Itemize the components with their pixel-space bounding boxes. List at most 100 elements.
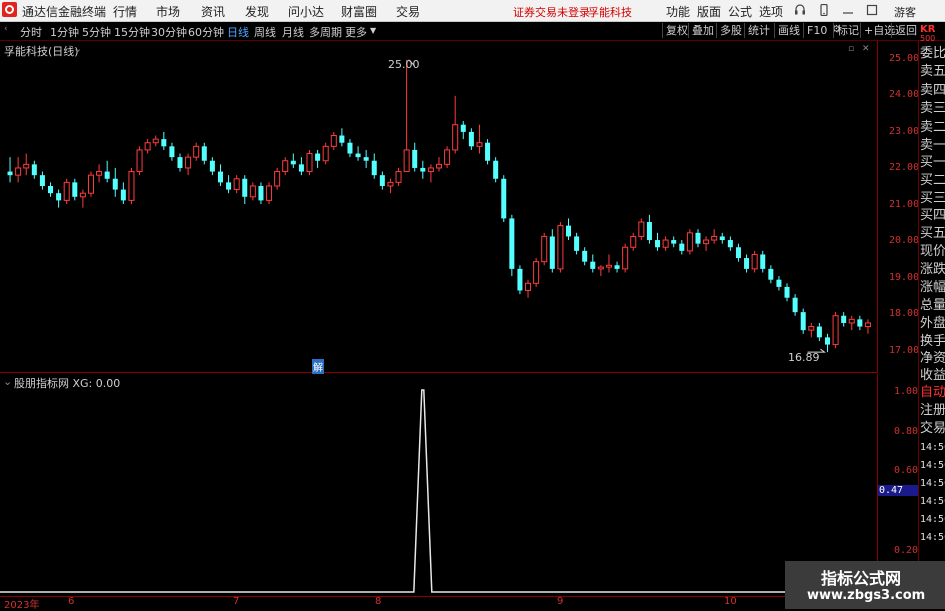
quote-label: 换手 (920, 334, 945, 349)
pane-close-icon[interactable]: ✕ (862, 44, 870, 54)
guest-label[interactable]: 游客 (894, 4, 916, 20)
quote-label: 外盘 (920, 316, 945, 331)
candle (233, 175, 240, 194)
candle (703, 236, 710, 251)
price-tick: 25.00 (889, 53, 920, 64)
candle-body (460, 124, 466, 132)
kline-chart-pane[interactable]: 孚能科技(日线) ⌄ 25.00 16.89 解 ▫ ✕ (0, 41, 877, 374)
menu-item-jiaoyi[interactable]: 交易 (396, 3, 420, 20)
register-link[interactable]: 注册 (920, 402, 945, 420)
candle-body (7, 171, 13, 176)
candle-body (614, 265, 620, 269)
candle (541, 232, 548, 266)
quote-label: 买一 (920, 155, 945, 170)
btn-biaoji[interactable]: 标记 (833, 23, 862, 38)
quote-label: 总量 (920, 298, 945, 313)
candle-body (306, 153, 313, 173)
candle (509, 214, 515, 277)
period-60min[interactable]: 60分钟 (188, 24, 224, 40)
headset-icon[interactable] (794, 4, 806, 16)
candle (444, 146, 451, 168)
auto-label[interactable]: 自动 (920, 384, 945, 402)
candle (395, 167, 402, 186)
candle (339, 128, 345, 147)
candle (597, 265, 604, 277)
candle-body (864, 322, 871, 328)
candle (379, 171, 385, 190)
menu-item-zixun[interactable]: 资讯 (201, 3, 225, 20)
menu-item-banmian[interactable]: 版面 (697, 3, 721, 20)
candle-body (315, 153, 321, 161)
price-tick: 18.00 (889, 308, 920, 319)
candle-body (662, 239, 669, 248)
menu-item-hangqing[interactable]: 行情 (113, 3, 137, 20)
candle-body (857, 319, 863, 327)
period-daily[interactable]: 日线 (227, 24, 249, 40)
period-fenshi[interactable]: 分时 (20, 24, 42, 40)
candle (460, 121, 466, 140)
menu-item-gongshi[interactable]: 公式 (728, 3, 752, 20)
candle-body (282, 160, 289, 173)
tick-time: 14:56 (920, 460, 945, 471)
quote-label: 卖三 (920, 101, 945, 116)
indicator-options-icon[interactable]: ⌄ (3, 375, 12, 388)
btn-f10[interactable]: F10 (803, 23, 830, 38)
indicator-pane[interactable]: ⌄ 股朋指标网 XG: 0.00 (0, 374, 877, 596)
period-monthly[interactable]: 月线 (282, 24, 304, 40)
maximize-icon[interactable] (866, 4, 878, 16)
period-15min[interactable]: 15分钟 (114, 24, 150, 40)
candle (48, 182, 54, 197)
candle (412, 142, 418, 172)
candle (816, 322, 822, 341)
candle (387, 178, 394, 194)
candle-body (161, 139, 167, 147)
candle-body (104, 171, 110, 179)
candle (848, 315, 855, 331)
menu-item-faxian[interactable]: 发现 (245, 3, 269, 20)
period-more[interactable]: 更多 (345, 24, 367, 40)
minimize-icon[interactable] (842, 4, 854, 16)
trade-link[interactable]: 交易 (920, 420, 945, 438)
period-5min[interactable]: 5分钟 (82, 24, 111, 40)
candle-body (233, 178, 240, 191)
candle-body (72, 182, 78, 197)
event-marker-jie[interactable]: 解 (312, 359, 324, 374)
kline-chart[interactable] (0, 41, 877, 373)
pane-minimize-icon[interactable]: ▫ (848, 44, 854, 54)
btn-huaxian[interactable]: 画线 (774, 23, 803, 38)
period-weekly[interactable]: 周线 (254, 24, 276, 40)
candle (258, 182, 264, 204)
login-warning[interactable]: 证券交易未登录 (513, 4, 590, 20)
period-1min[interactable]: 1分钟 (50, 24, 79, 40)
collapse-icon[interactable]: ‹ (4, 24, 8, 34)
menu-item-caifuquan[interactable]: 财富圈 (341, 3, 377, 20)
candle-body (193, 145, 200, 158)
phone-icon[interactable] (818, 4, 830, 16)
candle (315, 149, 321, 168)
candle (630, 232, 637, 251)
period-multi[interactable]: 多周期 (309, 24, 342, 40)
btn-back[interactable]: 返回 (891, 23, 920, 38)
btn-diejia[interactable]: 叠加 (688, 23, 717, 38)
current-stock-name: 孚能科技 (588, 6, 632, 19)
btn-tongji[interactable]: 统计 (744, 23, 773, 38)
menu-item-wenxiaoda[interactable]: 问小达 (288, 3, 324, 20)
candle-body (671, 240, 677, 244)
chevron-down-icon[interactable]: ▼ (370, 26, 376, 35)
kline-options-icon[interactable]: ⌄ (73, 42, 82, 55)
candle (533, 258, 540, 287)
btn-fuquan[interactable]: 复权 (662, 23, 691, 38)
candle (824, 333, 830, 353)
menu-item-gongneng[interactable]: 功能 (666, 3, 690, 20)
btn-duogu[interactable]: 多股 (716, 23, 745, 38)
candle-body (322, 145, 329, 162)
candle (768, 265, 774, 284)
app-logo-icon (2, 2, 17, 17)
menu-item-xuanxiang[interactable]: 选项 (759, 3, 783, 20)
period-30min[interactable]: 30分钟 (151, 24, 187, 40)
indicator-chart[interactable] (0, 374, 877, 596)
candle (201, 142, 207, 165)
menu-item-shichang[interactable]: 市场 (156, 3, 180, 20)
quote-label: 买五 (920, 226, 945, 241)
price-tick: 23.00 (889, 126, 920, 137)
